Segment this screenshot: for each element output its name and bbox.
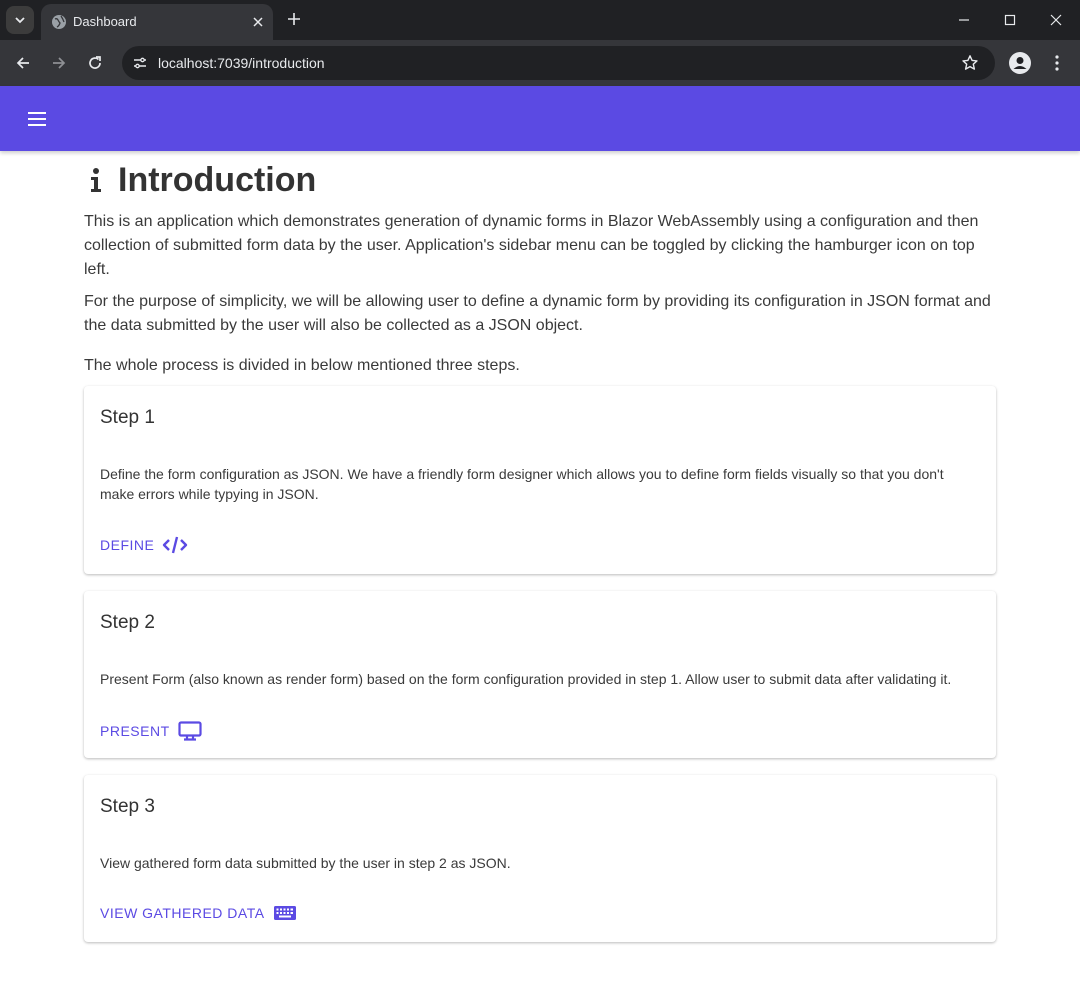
browser-tab-strip: Dashboard xyxy=(0,0,1080,40)
url-text[interactable]: localhost:7039/introduction xyxy=(158,55,325,71)
step-description: Present Form (also known as render form)… xyxy=(100,671,952,687)
minimize-button[interactable] xyxy=(951,7,977,33)
arrow-right-icon xyxy=(53,57,66,69)
present-button-label: Present xyxy=(100,723,170,739)
step-description: Define the form configuration as JSON. W… xyxy=(100,466,944,502)
define-button[interactable]: Define xyxy=(100,536,188,554)
tab-search-button[interactable] xyxy=(6,6,34,34)
page-title: Introduction xyxy=(118,160,317,199)
step-title: Step 2 xyxy=(100,612,155,633)
new-tab-button[interactable] xyxy=(283,8,305,30)
account-icon xyxy=(1009,52,1031,74)
app-bar xyxy=(0,86,1080,151)
desktop-icon xyxy=(178,721,202,741)
intro-paragraph: For the purpose of simplicity, we will b… xyxy=(84,293,991,334)
minimize-icon xyxy=(959,19,969,21)
info-icon xyxy=(84,165,108,195)
star-icon xyxy=(962,55,978,70)
step-card: Step 1 Define the form configuration as … xyxy=(84,386,996,574)
maximize-button[interactable] xyxy=(997,7,1023,33)
reload-button[interactable] xyxy=(83,51,107,75)
tab-title: Dashboard xyxy=(73,14,137,29)
bookmark-button[interactable] xyxy=(960,53,980,73)
forward-button[interactable] xyxy=(47,51,71,75)
hamburger-menu-icon xyxy=(28,112,46,126)
maximize-icon xyxy=(1004,14,1016,26)
step-title: Step 1 xyxy=(100,407,155,428)
close-icon xyxy=(1050,14,1062,26)
browser-menu-button[interactable] xyxy=(1047,52,1067,74)
browser-tab[interactable]: Dashboard xyxy=(41,4,273,40)
present-button[interactable]: Present xyxy=(100,721,202,741)
browser-toolbar: localhost:7039/introduction xyxy=(0,40,1080,86)
profile-button[interactable] xyxy=(1009,52,1031,74)
step-card: Step 2 Present Form (also known as rende… xyxy=(84,591,996,758)
code-icon xyxy=(162,536,188,554)
site-info-button[interactable] xyxy=(130,53,150,73)
window-close-button[interactable] xyxy=(1043,7,1069,33)
plus-icon xyxy=(288,13,300,25)
back-button[interactable] xyxy=(11,51,35,75)
chevron-down-icon xyxy=(15,17,25,24)
main-content: Introduction This is an application whic… xyxy=(84,151,996,378)
sidebar-toggle-button[interactable] xyxy=(22,104,52,134)
view-gathered-data-button[interactable]: View gathered data xyxy=(100,905,297,921)
intro-paragraph: This is an application which demonstrate… xyxy=(84,213,979,278)
define-button-label: Define xyxy=(100,537,155,553)
view-gathered-data-label: View gathered data xyxy=(100,905,265,921)
address-bar[interactable]: localhost:7039/introduction xyxy=(122,46,995,80)
tab-close-button[interactable] xyxy=(249,13,267,31)
page-heading: Introduction xyxy=(84,151,996,209)
arrow-left-icon xyxy=(16,57,29,69)
keyboard-icon xyxy=(273,905,297,921)
intro-paragraph: The whole process is divided in below me… xyxy=(84,357,520,374)
step-card: Step 3 View gathered form data submitted… xyxy=(84,775,996,942)
tune-icon xyxy=(134,57,146,69)
step-description: View gathered form data submitted by the… xyxy=(100,855,511,871)
step-title: Step 3 xyxy=(100,796,155,817)
reload-icon xyxy=(89,56,101,69)
close-icon xyxy=(253,17,263,27)
globe-icon xyxy=(52,15,66,29)
more-vert-icon xyxy=(1055,55,1059,71)
